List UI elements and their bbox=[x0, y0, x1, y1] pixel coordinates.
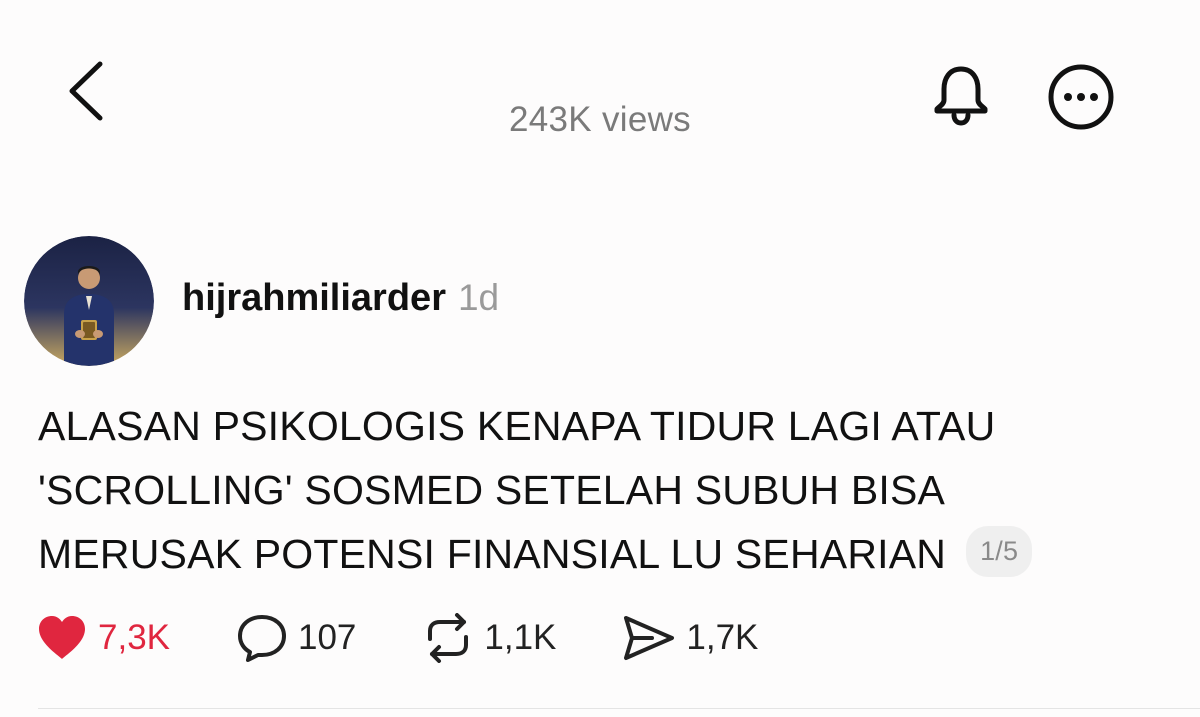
repost-icon bbox=[428, 613, 469, 663]
post-timestamp: 1d bbox=[457, 277, 500, 318]
share-count: 1,7K bbox=[686, 618, 759, 657]
send-icon bbox=[624, 616, 675, 660]
repost-count: 1,1K bbox=[484, 618, 557, 657]
reply-count: 107 bbox=[298, 618, 357, 657]
more-options-button[interactable] bbox=[1046, 62, 1116, 132]
notifications-button[interactable] bbox=[928, 62, 994, 128]
post-action-bar: 7,3K 107 1,1K 1,7K bbox=[36, 610, 824, 666]
post-text: ALASAN PSIKOLOGIS KENAPA TIDUR LAGI ATAU… bbox=[38, 394, 1158, 586]
post-author-row: hijrahmiliarder 1d bbox=[24, 236, 499, 366]
post-text-line: MERUSAK POTENSI FINANSIAL LU SEHARIAN 1/5 bbox=[38, 522, 1158, 586]
page-indicator-badge[interactable]: 1/5 bbox=[966, 525, 1033, 577]
post-screen: 243K views hijrahmiliarder 1d ALASAN PSI… bbox=[0, 0, 1200, 717]
more-horizontal-icon bbox=[1048, 64, 1114, 130]
reply-button[interactable]: 107 bbox=[236, 613, 356, 663]
post-text-line-content: MERUSAK POTENSI FINANSIAL LU SEHARIAN bbox=[38, 531, 947, 577]
divider bbox=[38, 708, 1200, 709]
avatar[interactable] bbox=[24, 236, 154, 366]
post-text-line: ALASAN PSIKOLOGIS KENAPA TIDUR LAGI ATAU bbox=[38, 403, 996, 449]
views-count: 243K views bbox=[509, 100, 691, 139]
like-count: 7,3K bbox=[98, 618, 170, 657]
repost-button[interactable]: 1,1K bbox=[422, 613, 556, 663]
like-button[interactable]: 7,3K bbox=[36, 614, 170, 662]
author-username[interactable]: hijrahmiliarder bbox=[182, 277, 446, 320]
speech-bubble-icon bbox=[238, 615, 286, 662]
share-button[interactable]: 1,7K bbox=[622, 614, 758, 662]
bell-icon bbox=[934, 66, 988, 126]
post-text-line: 'SCROLLING' SOSMED SETELAH SUBUH BISA bbox=[38, 467, 946, 513]
heart-filled-icon bbox=[39, 616, 85, 659]
